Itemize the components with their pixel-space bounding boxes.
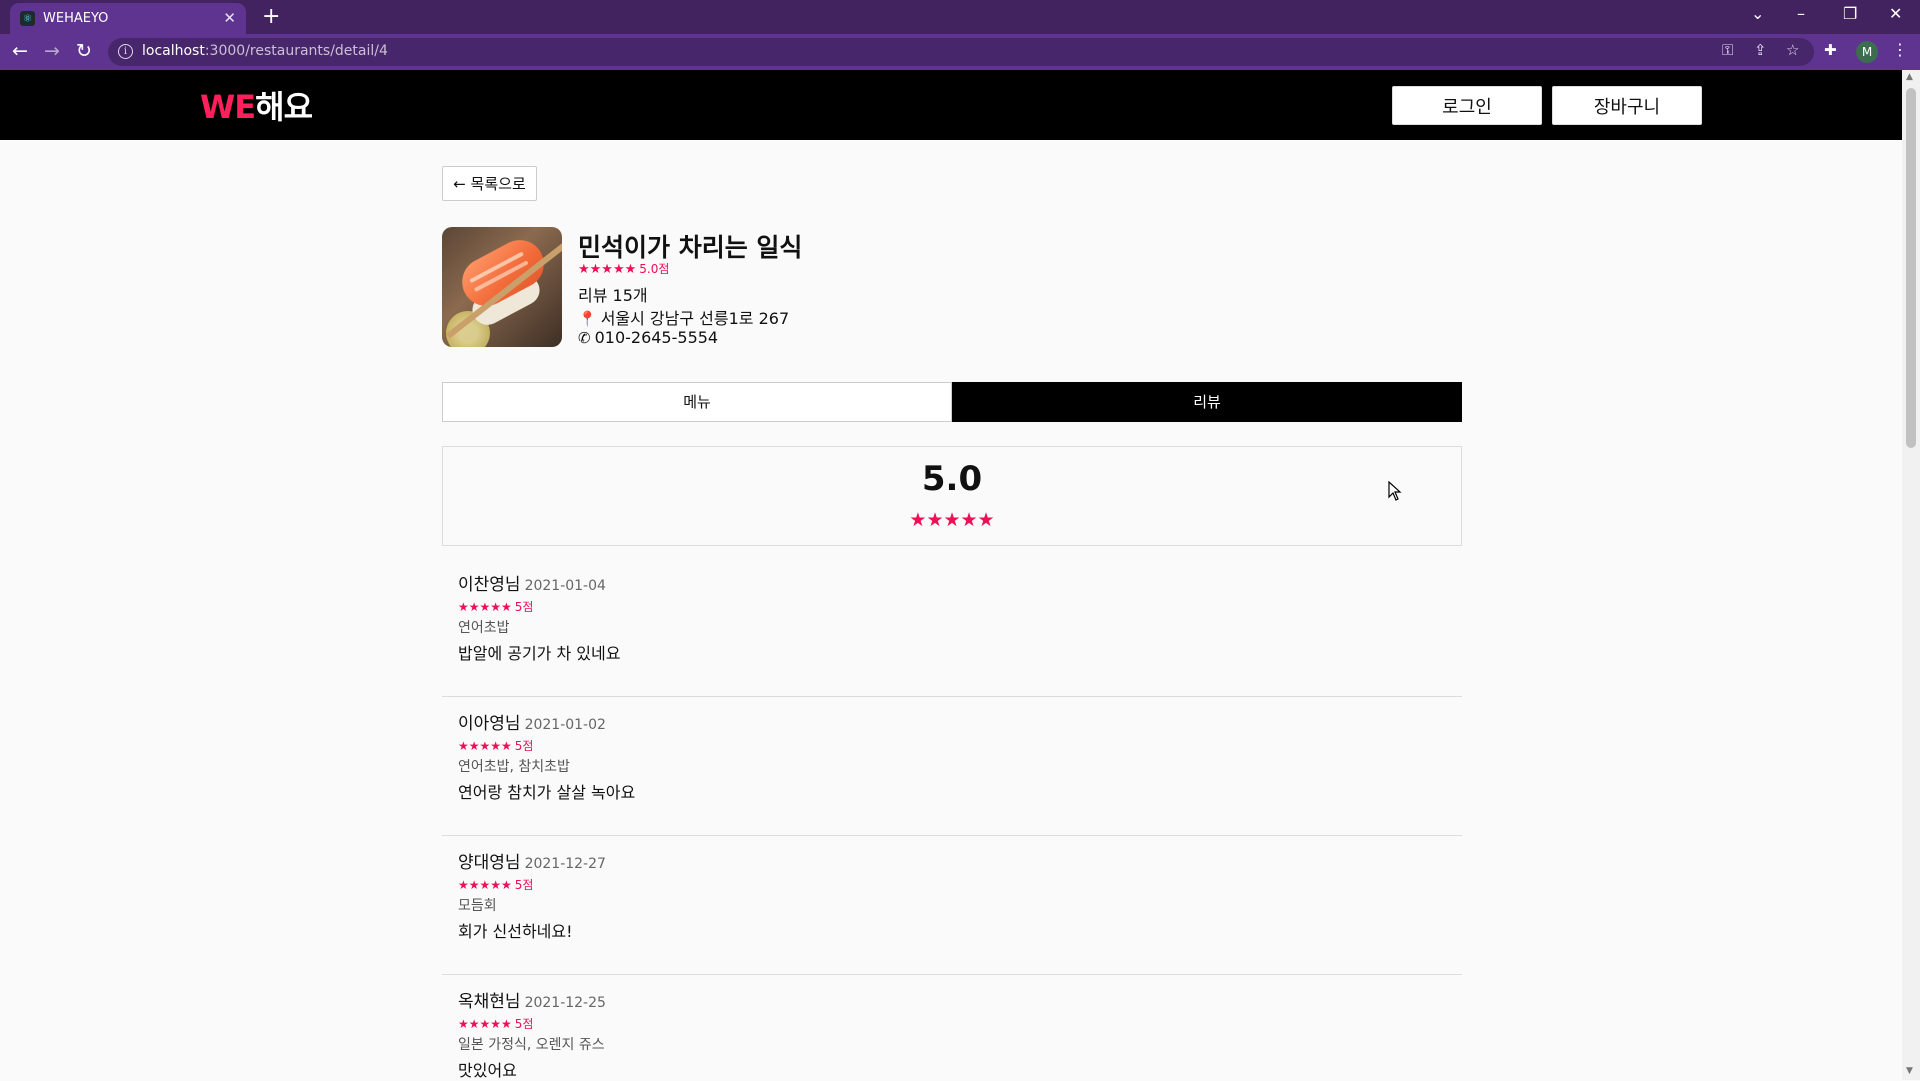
- review-text: 연어랑 참치가 살살 녹아요: [458, 783, 636, 802]
- review-stars-icon: ★★★★★: [458, 1017, 512, 1031]
- review-date: 2021-12-25: [524, 995, 606, 1011]
- scrollbar-thumb[interactable]: [1906, 88, 1916, 448]
- restaurant-address: 📍 서울시 강남구 선릉1로 267: [578, 305, 789, 329]
- restaurant-photo: [442, 227, 562, 347]
- reviewer-name: 이아영님: [458, 714, 521, 734]
- review-rating: ★★★★★ 5점: [458, 737, 533, 754]
- review-text: 밥알에 공기가 차 있네요: [458, 644, 621, 663]
- scroll-up-arrow-icon[interactable]: ▲: [1906, 72, 1913, 82]
- tab-title: WEHAEYO: [43, 11, 109, 26]
- review-score: 5점: [514, 1017, 534, 1031]
- summary-score: 5.0: [921, 459, 983, 499]
- reviewer: 이아영님 2021-01-02: [458, 709, 606, 734]
- review-stars-icon: ★★★★★: [458, 878, 512, 892]
- cart-button[interactable]: 장바구니: [1552, 86, 1702, 125]
- url-host: localhost: [142, 43, 205, 59]
- url-text: localhost:3000/restaurants/detail/4: [142, 43, 388, 59]
- key-icon[interactable]: ⚿: [1722, 41, 1733, 59]
- review-text: 맛있어요: [458, 1061, 517, 1080]
- site-info-icon[interactable]: i: [118, 44, 133, 59]
- phone-icon: ✆: [578, 329, 591, 347]
- review-score: 5점: [514, 739, 534, 753]
- tab-close-icon[interactable]: ✕: [223, 9, 236, 27]
- window-close-icon[interactable]: ✕: [1889, 4, 1902, 23]
- react-favicon-icon: ⚛: [20, 11, 35, 26]
- address-text: 서울시 강남구 선릉1로 267: [600, 309, 790, 328]
- review-item: 이아영님 2021-01-02 ★★★★★ 5점 연어초밥, 참치초밥 연어랑 참치…: [442, 697, 1462, 836]
- tab-search-icon[interactable]: ⌄: [1751, 4, 1764, 23]
- profile-avatar[interactable]: M: [1856, 41, 1878, 63]
- minimize-icon[interactable]: –: [1797, 4, 1805, 23]
- logo-we: WE: [200, 88, 256, 126]
- tab-review[interactable]: 리뷰: [952, 382, 1462, 422]
- reviewer: 옥채현님 2021-12-25: [458, 987, 606, 1012]
- review-count: 리뷰 15개: [578, 286, 648, 305]
- review-stars-icon: ★★★★★: [458, 739, 512, 753]
- tab-menu[interactable]: 메뉴: [442, 382, 952, 422]
- rating-summary: 5.0 ★★★★★: [442, 446, 1462, 546]
- share-icon[interactable]: ⇪: [1754, 41, 1767, 59]
- reviewer-name: 이찬영님: [458, 575, 521, 595]
- review-item: 옥채현님 2021-12-25 ★★★★★ 5점 일본 가정식, 오렌지 쥬스 맛있…: [442, 975, 1462, 1080]
- review-date: 2021-01-02: [524, 717, 606, 733]
- review-date: 2021-01-04: [524, 578, 606, 594]
- review-rating: ★★★★★ 5점: [458, 1015, 533, 1032]
- back-arrow-icon[interactable]: ←: [12, 40, 28, 62]
- rating-text: 5.0점: [639, 262, 670, 276]
- reviewer: 양대영님 2021-12-27: [458, 848, 606, 873]
- summary-stars-icon: ★★★★★: [909, 509, 995, 531]
- review-menu: 연어초밥: [458, 620, 510, 636]
- login-button[interactable]: 로그인: [1392, 86, 1542, 125]
- review-date: 2021-12-27: [524, 856, 606, 872]
- review-item: 이찬영님 2021-01-04 ★★★★★ 5점 연어초밥 밥알에 공기가 차 있네…: [442, 558, 1462, 697]
- review-menu: 모듬회: [458, 898, 497, 914]
- review-text: 회가 신선하네요!: [458, 922, 573, 941]
- phone-text: 010-2645-5554: [594, 328, 719, 347]
- address-bar[interactable]: i localhost:3000/restaurants/detail/4 ⚿ …: [108, 38, 1814, 66]
- url-path: :3000/restaurants/detail/4: [204, 43, 388, 59]
- review-rating: ★★★★★ 5점: [458, 598, 533, 615]
- scroll-down-arrow-icon[interactable]: ▼: [1906, 1066, 1913, 1076]
- reload-icon[interactable]: ↻: [76, 40, 92, 62]
- logo-haeyo: 해요: [255, 88, 313, 126]
- reviewer: 이찬영님 2021-01-04: [458, 570, 606, 595]
- reviewer-name: 양대영님: [458, 853, 521, 873]
- browser-tab[interactable]: ⚛ WEHAEYO ✕: [10, 3, 246, 34]
- rating-stars-icon: ★★★★★: [578, 262, 637, 277]
- review-stars-icon: ★★★★★: [458, 600, 512, 614]
- restore-icon[interactable]: ❐: [1843, 4, 1857, 23]
- review-menu: 일본 가정식, 오렌지 쥬스: [458, 1037, 605, 1053]
- review-item: 양대영님 2021-12-27 ★★★★★ 5점 모듬회 회가 신선하네요!: [442, 836, 1462, 975]
- browser-tab-bar: ⚛ WEHAEYO ✕ + ⌄ – ❐ ✕: [0, 0, 1920, 34]
- browser-menu-icon[interactable]: ⋮: [1892, 40, 1908, 59]
- restaurant-name: 민석이가 차리는 일식: [578, 233, 803, 262]
- location-pin-icon: 📍: [578, 310, 597, 328]
- review-menu: 연어초밥, 참치초밥: [458, 759, 570, 775]
- site-header: WE해요 로그인 장바구니: [0, 70, 1902, 140]
- extensions-puzzle-icon[interactable]: ✚: [1824, 41, 1837, 59]
- back-to-list-button[interactable]: ← 목록으로: [442, 166, 537, 201]
- reviewer-name: 옥채현님: [458, 992, 521, 1012]
- review-score: 5점: [514, 878, 534, 892]
- page-scrollbar[interactable]: ▲ ▼: [1902, 70, 1920, 1080]
- restaurant-rating: ★★★★★ 5.0점: [578, 260, 669, 277]
- forward-arrow-icon[interactable]: →: [44, 40, 60, 62]
- site-logo[interactable]: WE해요: [200, 82, 313, 128]
- new-tab-button[interactable]: +: [262, 4, 280, 29]
- bookmark-star-icon[interactable]: ☆: [1786, 41, 1799, 59]
- restaurant-phone: ✆ 010-2645-5554: [578, 328, 718, 347]
- review-score: 5점: [514, 600, 534, 614]
- review-rating: ★★★★★ 5점: [458, 876, 533, 893]
- browser-toolbar: ← → ↻ i localhost:3000/restaurants/detai…: [0, 34, 1920, 70]
